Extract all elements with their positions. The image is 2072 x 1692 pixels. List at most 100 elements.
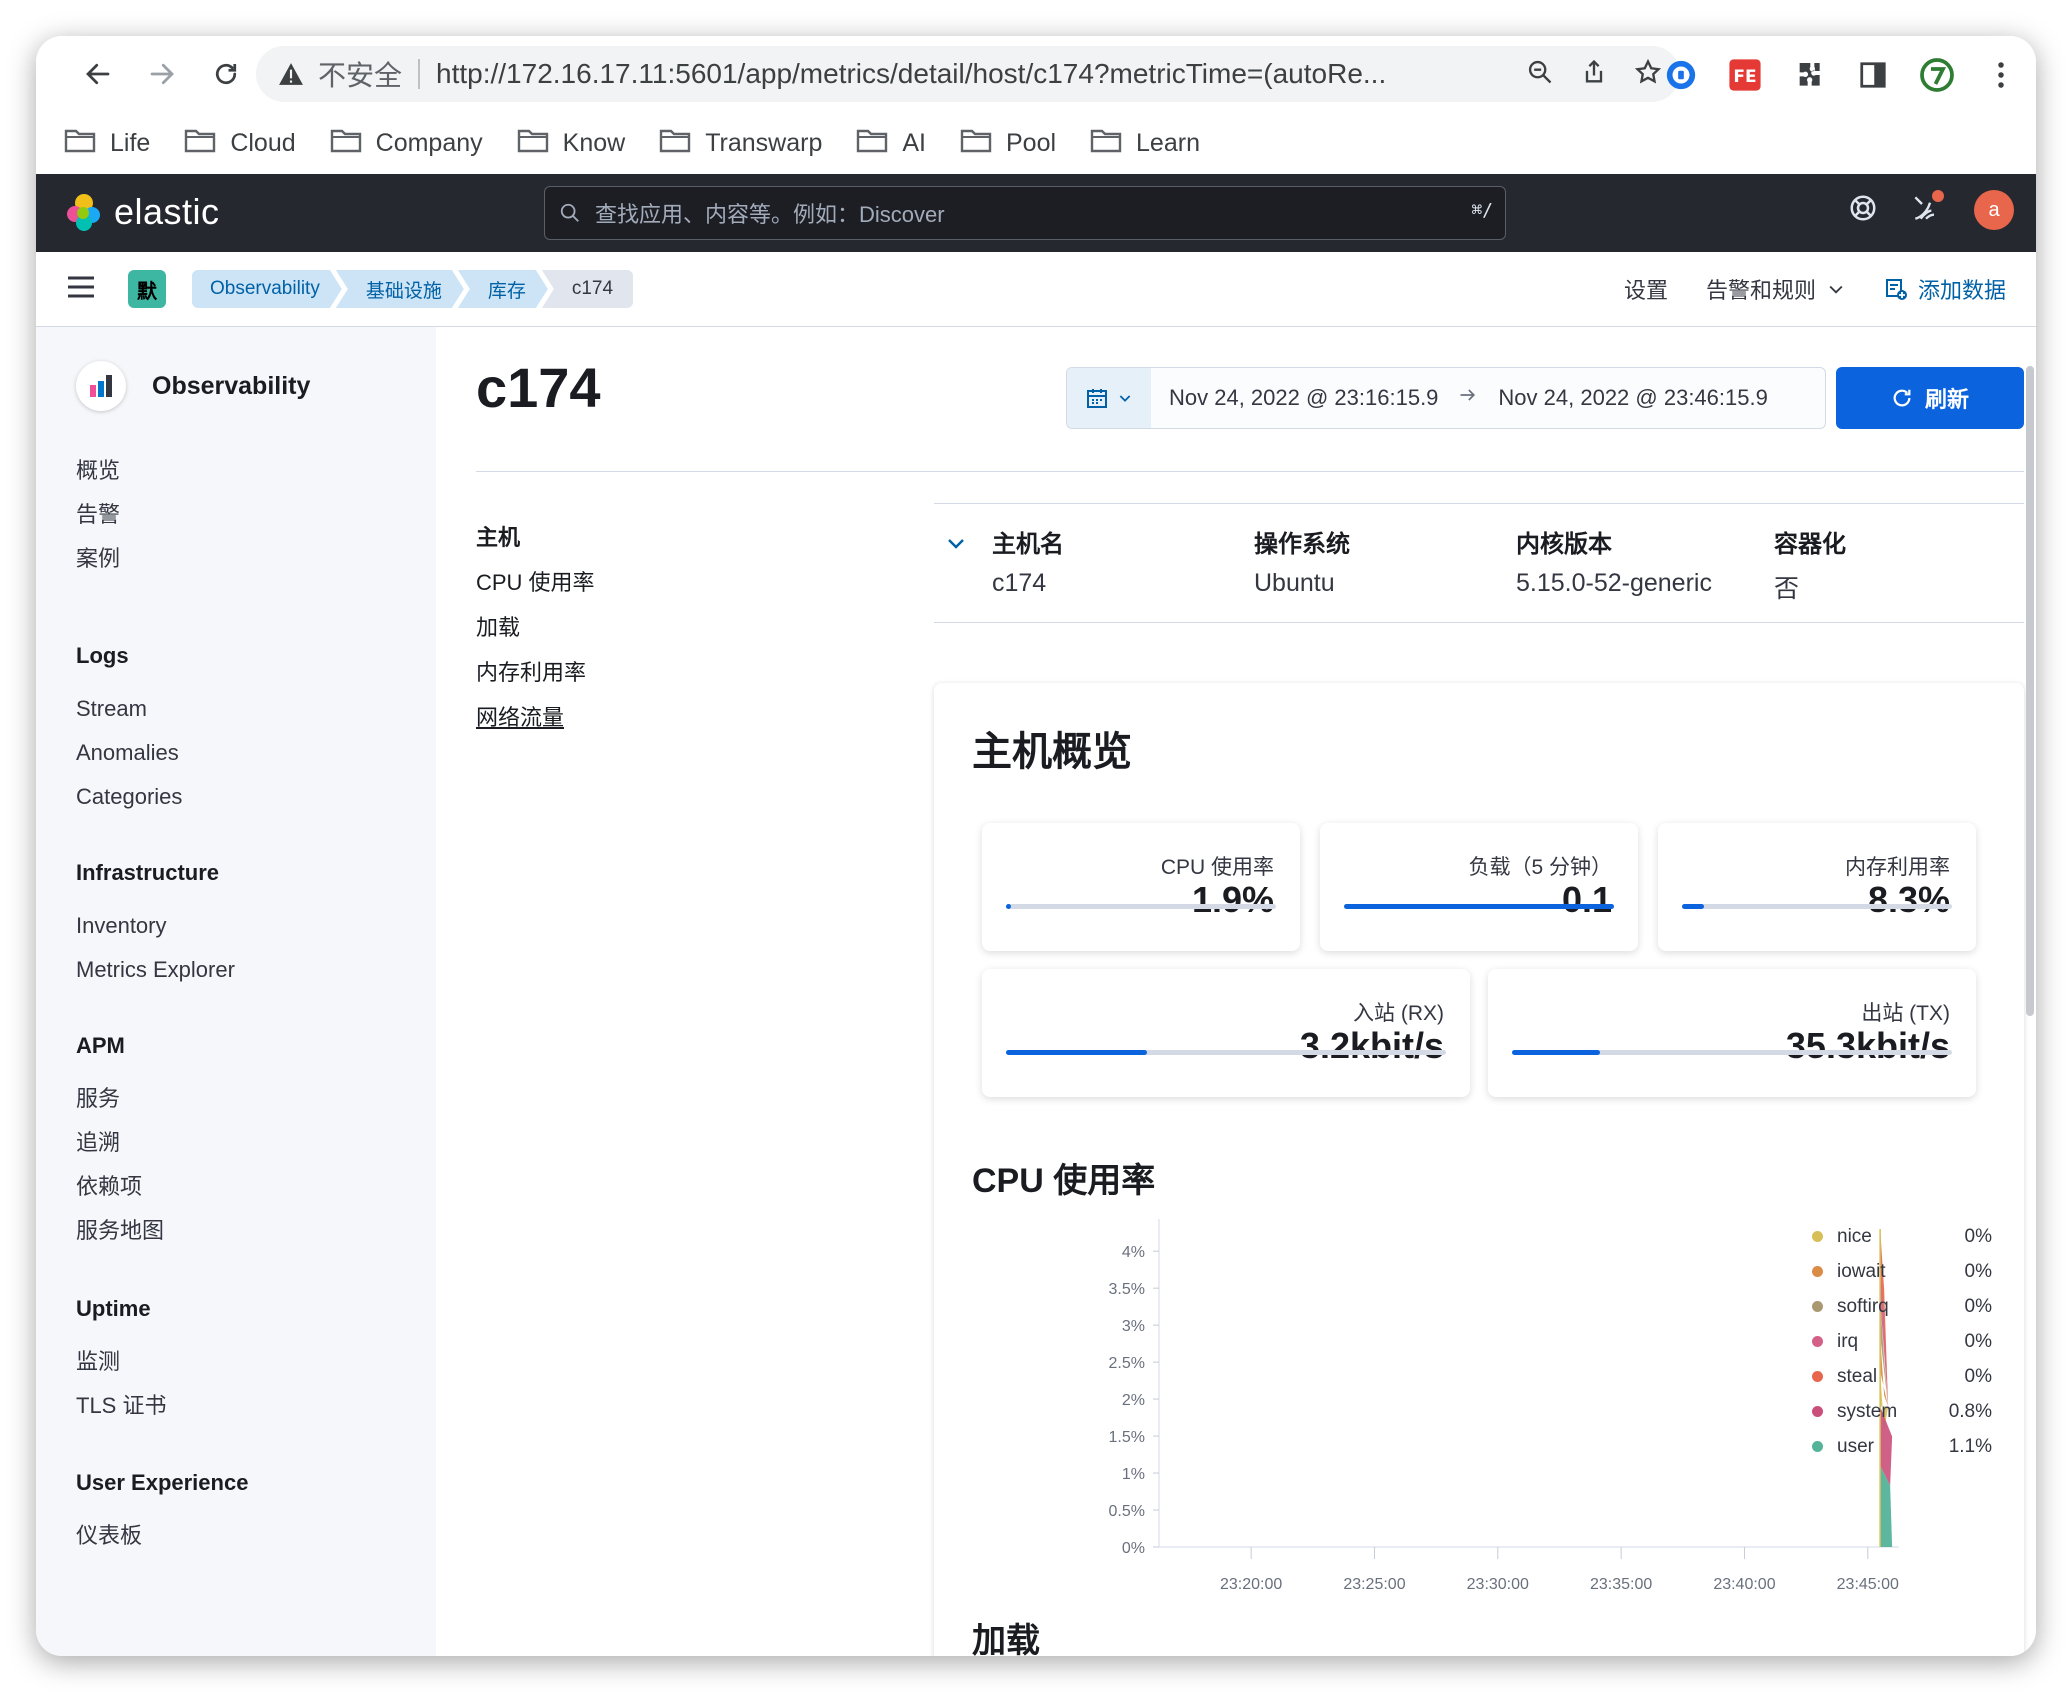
breadcrumb-observability[interactable]: Observability (192, 270, 342, 308)
meta-os: 操作系统 Ubuntu (1254, 524, 1350, 598)
legend-value: 0% (1964, 1225, 1992, 1247)
address-bar[interactable]: 不安全 http://172.16.17.11:5601/app/metrics… (256, 46, 1680, 102)
host-overview-panel: 主机概览 CPU 使用率 1.9% 负载（5 分钟） 0.1 内存利用率 8.3… (934, 683, 2024, 1656)
meta-key: 主机名 (992, 531, 1064, 558)
sidebar-item-monitors[interactable]: 监测 (76, 1340, 166, 1384)
chevron-down-icon (1119, 395, 1131, 402)
legend-item-iowait[interactable]: iowait 0% (1812, 1254, 1992, 1289)
bookmark-folder-pool[interactable]: Pool (960, 127, 1056, 160)
news-feed-icon[interactable] (1910, 189, 1944, 229)
share-icon[interactable] (1580, 58, 1608, 91)
zoom-icon[interactable] (1526, 58, 1554, 91)
breadcrumb-infrastructure[interactable]: 基础设施 (336, 270, 464, 308)
legend-item-softirq[interactable]: softirq 0% (1812, 1289, 1992, 1324)
back-button[interactable] (74, 50, 122, 98)
legend-value: 0.8% (1948, 1400, 1992, 1422)
elastic-logo[interactable]: elastic (64, 191, 220, 233)
warning-icon[interactable] (278, 62, 304, 86)
sidebar-item-stream[interactable]: Stream (76, 687, 182, 731)
x-tick-label: 23:25:00 (1343, 1576, 1405, 1589)
profile-extension-icon[interactable] (1916, 54, 1958, 96)
legend-item-system[interactable]: system 0.8% (1812, 1394, 1992, 1429)
sidebar-item-dependencies[interactable]: 依赖项 (76, 1165, 164, 1209)
breadcrumb-inventory[interactable]: 库存 (458, 270, 548, 308)
kpi-memory: 内存利用率 8.3% (1658, 823, 1976, 951)
user-avatar[interactable]: a (1974, 190, 2014, 230)
kpi-label: 出站 (TX) (1861, 1002, 1950, 1025)
extensions-area: FE (1660, 54, 2022, 96)
sidebar-heading-uptime: Uptime (76, 1296, 151, 1321)
menu-toggle-icon[interactable] (66, 274, 96, 305)
bookmark-folder-company[interactable]: Company (330, 127, 483, 160)
sidebar-item-tls-certificates[interactable]: TLS 证书 (76, 1384, 166, 1428)
refresh-button[interactable]: 刷新 (1836, 367, 2024, 429)
bookmark-label: AI (902, 128, 926, 157)
bookmark-folder-life[interactable]: Life (64, 127, 150, 160)
y-tick-label: 4% (1122, 1244, 1145, 1261)
legend-item-steal[interactable]: steal 0% (1812, 1359, 1992, 1394)
bookmark-label: Company (375, 128, 483, 157)
settings-link[interactable]: 设置 (1624, 273, 1668, 305)
meta-value: Ubuntu (1254, 569, 1335, 597)
page-scrollbar[interactable] (2026, 366, 2034, 1016)
sidebar-item-anomalies[interactable]: Anomalies (76, 731, 182, 775)
sidebar-item-services[interactable]: 服务 (76, 1077, 164, 1121)
search-icon (559, 202, 581, 224)
sidebar-item-overview[interactable]: 概览 (76, 449, 120, 493)
sidebar-item-traces[interactable]: 追溯 (76, 1121, 164, 1165)
bookmark-folder-transwarp[interactable]: Transwarp (659, 127, 822, 160)
date-start[interactable]: Nov 24, 2022 @ 23:16:15.9 (1169, 385, 1438, 411)
add-data-link[interactable]: 添加数据 (1884, 273, 2006, 305)
quick-select-button[interactable] (1067, 368, 1151, 428)
legend-name: nice (1837, 1225, 1872, 1247)
help-icon[interactable] (1848, 193, 1878, 228)
bookmark-folder-learn[interactable]: Learn (1090, 127, 1200, 160)
bookmark-star-icon[interactable] (1634, 58, 1662, 91)
forward-button[interactable] (138, 50, 186, 98)
sidebar-item-dashboard[interactable]: 仪表板 (76, 1514, 248, 1558)
bookmark-folder-ai[interactable]: AI (856, 127, 926, 160)
puzzle-extensions-icon[interactable] (1788, 54, 1830, 96)
toc-cpu-usage[interactable]: CPU 使用率 (476, 560, 595, 605)
bookmark-folder-cloud[interactable]: Cloud (184, 127, 296, 160)
sidebar-item-inventory[interactable]: Inventory (76, 904, 235, 948)
kpi-value: 3.2kbit/s (1299, 1025, 1444, 1066)
sidebar-heading-user-experience: User Experience (76, 1470, 249, 1495)
insecure-label[interactable]: 不安全 (318, 54, 402, 94)
kpi-progress (1512, 1050, 1952, 1055)
date-end[interactable]: Nov 24, 2022 @ 23:46:15.9 (1498, 385, 1767, 411)
toc-network[interactable]: 网络流量 (476, 695, 595, 740)
toc-memory[interactable]: 内存利用率 (476, 650, 595, 695)
legend-item-nice[interactable]: nice 0% (1812, 1219, 1992, 1254)
sidebar-item-alerts[interactable]: 告警 (76, 493, 120, 537)
collapse-chevron-icon[interactable] (944, 532, 968, 561)
kpi-value: 8.3% (1867, 879, 1950, 920)
global-search-input[interactable]: 查找应用、内容等。例如：Discover ⌘/ (544, 186, 1506, 240)
url-text[interactable]: http://172.16.17.11:5601/app/metrics/det… (436, 58, 1436, 90)
bookmark-folder-know[interactable]: Know (517, 127, 625, 160)
date-picker[interactable]: Nov 24, 2022 @ 23:16:15.9 Nov 24, 2022 @… (1066, 367, 1826, 429)
sidebar-item-categories[interactable]: Categories (76, 775, 182, 819)
reload-button[interactable] (202, 50, 250, 98)
overview-title: 主机概览 (972, 730, 1132, 774)
side-panel-icon[interactable] (1852, 54, 1894, 96)
legend-item-user[interactable]: user 1.1% (1812, 1429, 1992, 1464)
password-extension-icon[interactable] (1660, 54, 1702, 96)
toc-load[interactable]: 加载 (476, 605, 595, 650)
sidebar-item-service-map[interactable]: 服务地图 (76, 1209, 164, 1253)
y-tick-label: 1% (1122, 1466, 1145, 1483)
legend-item-irq[interactable]: irq 0% (1812, 1324, 1992, 1359)
legend-name: system (1837, 1400, 1898, 1422)
sidebar-item-metrics-explorer[interactable]: Metrics Explorer (76, 948, 235, 992)
sidebar-group-uptime: Uptime 监测 TLS 证书 (76, 1296, 166, 1428)
toc-host[interactable]: 主机 (476, 515, 595, 560)
space-avatar[interactable]: 默 (128, 270, 166, 308)
sidebar-item-cases[interactable]: 案例 (76, 537, 120, 581)
fe-extension-icon[interactable]: FE (1724, 54, 1766, 96)
search-shortcut: ⌘/ (1471, 200, 1493, 221)
meta-key: 容器化 (1774, 531, 1846, 558)
kpi-progress-fill (1512, 1050, 1600, 1055)
alerts-rules-menu[interactable]: 告警和规则 (1706, 273, 1846, 305)
more-menu-icon[interactable] (1980, 54, 2022, 96)
cpu-chart-legend: nice 0% iowait 0% softirq 0% irq 0% steal 0% … (1812, 1219, 1992, 1464)
